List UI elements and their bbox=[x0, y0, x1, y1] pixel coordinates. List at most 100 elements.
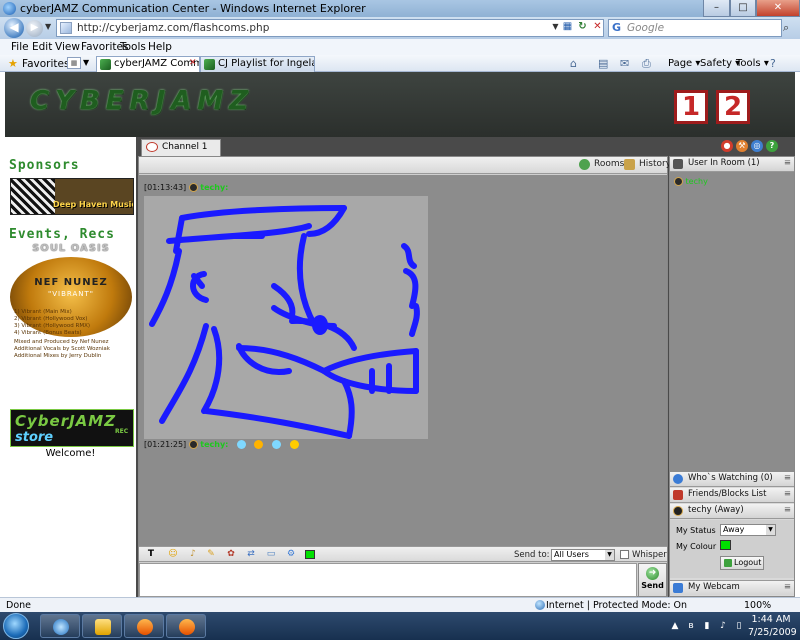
close-button[interactable]: ✕ bbox=[756, 0, 800, 17]
favorites-star-icon[interactable]: ★ bbox=[8, 57, 18, 70]
network-icon[interactable]: ▮ bbox=[702, 621, 712, 631]
logout-button[interactable]: Logout bbox=[720, 556, 764, 570]
maximize-button[interactable]: □ bbox=[730, 0, 756, 17]
logout-icon bbox=[724, 559, 732, 567]
search-icon[interactable]: ⌕ bbox=[783, 21, 789, 35]
chat-panel: Rooms History [01:13:43] techy: [01:21:2… bbox=[138, 156, 672, 597]
url-field[interactable]: http://cyberjamz.com/flashcoms.php bbox=[56, 19, 604, 37]
home-icon[interactable]: ⌂ bbox=[570, 57, 577, 70]
history-label: History bbox=[639, 159, 672, 169]
send-to-select[interactable]: All Users ▼ bbox=[551, 549, 615, 561]
search-input[interactable]: G Google bbox=[608, 19, 782, 37]
security-zone-text[interactable]: Internet | Protected Mode: On bbox=[546, 600, 687, 611]
tools-menu[interactable]: Tools ▾ bbox=[736, 58, 769, 69]
send-to-label: Send to: bbox=[514, 550, 550, 560]
whos-watching-header[interactable]: Who`s Watching (0) ≡ bbox=[670, 472, 794, 487]
tab-close-icon[interactable]: ✕ bbox=[189, 58, 197, 68]
taskbar-media-player[interactable] bbox=[124, 614, 164, 638]
users-icon bbox=[673, 159, 683, 169]
clock-time[interactable]: 1:44 AM bbox=[748, 614, 794, 625]
event-poster[interactable]: SOUL OASIS NEF NUNEZ "VIBRANT" 1) Vibran… bbox=[8, 243, 134, 365]
status-select[interactable]: Away ▼ bbox=[720, 524, 776, 536]
panel-menu-icon[interactable]: ≡ bbox=[784, 472, 791, 485]
store-banner[interactable]: CyberJAMZ REC store bbox=[10, 409, 134, 447]
globe-icon[interactable]: ◎ bbox=[751, 140, 763, 152]
rooms-button[interactable]: Rooms bbox=[579, 159, 624, 170]
quick-tabs-icon[interactable]: ▦ bbox=[67, 57, 81, 69]
message-user[interactable]: techy bbox=[200, 183, 225, 192]
whisper-checkbox[interactable] bbox=[620, 550, 629, 559]
minimize-button[interactable]: – bbox=[703, 0, 730, 17]
volume-icon[interactable]: ♪ bbox=[718, 621, 728, 631]
taskbar-internet-explorer[interactable] bbox=[40, 614, 80, 638]
tab-cyberjamz[interactable]: cyberJAMZ Communica... bbox=[96, 56, 200, 72]
forward-button[interactable]: ▶ bbox=[26, 20, 43, 37]
menu-help[interactable]: Help bbox=[148, 41, 172, 53]
taskbar-file-explorer[interactable] bbox=[82, 614, 122, 638]
friends-header-label: Friends/Blocks List bbox=[688, 489, 767, 499]
history-button[interactable]: History bbox=[624, 159, 672, 170]
refresh-icon[interactable]: ↻ bbox=[575, 20, 590, 34]
page-menu[interactable]: Page ▾ bbox=[668, 58, 700, 69]
power-icon[interactable]: ▯ bbox=[734, 621, 744, 631]
print-icon[interactable]: ⎙ bbox=[642, 57, 651, 71]
emoticons-icon[interactable]: ☺ bbox=[167, 549, 179, 560]
menu-tools[interactable]: Tools bbox=[120, 41, 146, 53]
menu-view[interactable]: View bbox=[55, 41, 80, 53]
layout-2-button[interactable]: 2 bbox=[716, 90, 750, 124]
favorites-button[interactable]: Favorites bbox=[22, 58, 69, 70]
menu-edit[interactable]: Edit bbox=[32, 41, 52, 53]
safety-menu[interactable]: Safety ▾ bbox=[700, 58, 740, 69]
users-in-room-header[interactable]: User In Room (1) ≡ bbox=[670, 157, 794, 172]
user-list-item[interactable]: techy bbox=[674, 177, 708, 186]
sponsor-banner[interactable]: Deep Haven Music bbox=[10, 178, 134, 215]
panel-menu-icon[interactable]: ≡ bbox=[784, 488, 791, 501]
tools-icon[interactable]: ⚙ bbox=[285, 549, 297, 560]
panel-menu-icon[interactable]: ≡ bbox=[784, 504, 791, 517]
color-picker-button[interactable] bbox=[305, 550, 315, 559]
layout-1-button[interactable]: 1 bbox=[674, 90, 708, 124]
tab-playlist[interactable]: CJ Playlist for Ingela Borgef... bbox=[200, 56, 315, 72]
brush-icon[interactable]: ✎ bbox=[205, 549, 217, 560]
back-button[interactable]: ◀ bbox=[4, 18, 24, 38]
feeds-icon[interactable]: ▤ bbox=[598, 57, 608, 70]
friends-blocks-header[interactable]: Friends/Blocks List ≡ bbox=[670, 488, 794, 503]
start-button[interactable] bbox=[3, 613, 29, 639]
help-icon[interactable]: ? bbox=[770, 57, 776, 70]
window-title-bar: cyberJAMZ Communication Center - Windows… bbox=[0, 0, 800, 17]
message-user[interactable]: techy bbox=[200, 440, 225, 449]
sponsor-logo-image bbox=[11, 179, 55, 214]
colour-swatch-button[interactable] bbox=[720, 540, 731, 550]
event-album: "VIBRANT" bbox=[48, 290, 94, 298]
help-icon[interactable]: ? bbox=[766, 140, 778, 152]
sound-icon[interactable]: ♪ bbox=[187, 549, 199, 560]
internet-zone-icon bbox=[535, 600, 545, 610]
panel-menu-icon[interactable]: ≡ bbox=[784, 157, 791, 170]
clock-date[interactable]: 7/25/2009 bbox=[748, 627, 797, 638]
tab-channel-1[interactable]: Channel 1 bbox=[141, 139, 221, 156]
drawing-image[interactable] bbox=[144, 196, 428, 439]
recent-pages-dropdown[interactable]: ▼ bbox=[45, 22, 51, 31]
share-icon[interactable]: ⇄ bbox=[245, 549, 257, 560]
event-track: 1) Vibrant (Main Mix) bbox=[14, 309, 72, 315]
compatibility-view-icon[interactable]: ▦ bbox=[560, 20, 575, 34]
zoom-level[interactable]: 100% bbox=[744, 600, 771, 611]
settings-tools-icon[interactable]: ⚒ bbox=[736, 140, 748, 152]
mail-icon[interactable]: ✉ bbox=[620, 57, 629, 70]
taskbar-media-player-2[interactable] bbox=[166, 614, 206, 638]
bluetooth-icon[interactable]: ʙ bbox=[686, 621, 696, 631]
tab-list-dropdown[interactable]: ▼ bbox=[83, 58, 89, 67]
panel-menu-icon[interactable]: ≡ bbox=[784, 581, 791, 594]
send-button[interactable]: ➜ Send bbox=[638, 563, 667, 597]
chat-bubble-icon[interactable]: ● bbox=[721, 140, 733, 152]
tray-arrow-icon[interactable]: ▲ bbox=[670, 621, 680, 631]
gift-icon[interactable]: ✿ bbox=[225, 549, 237, 560]
my-status-header[interactable]: techy (Away) ≡ bbox=[670, 504, 794, 519]
menu-file[interactable]: File bbox=[11, 41, 29, 53]
stop-icon[interactable]: ✕ bbox=[590, 20, 605, 34]
whiteboard-icon[interactable]: ▭ bbox=[265, 549, 277, 560]
message-list[interactable]: [01:13:43] techy: [01:21:25] techy: bbox=[139, 175, 667, 546]
my-webcam-header[interactable]: My Webcam ≡ bbox=[670, 580, 794, 595]
text-format-icon[interactable]: T bbox=[145, 549, 157, 560]
message-input[interactable] bbox=[139, 563, 637, 597]
